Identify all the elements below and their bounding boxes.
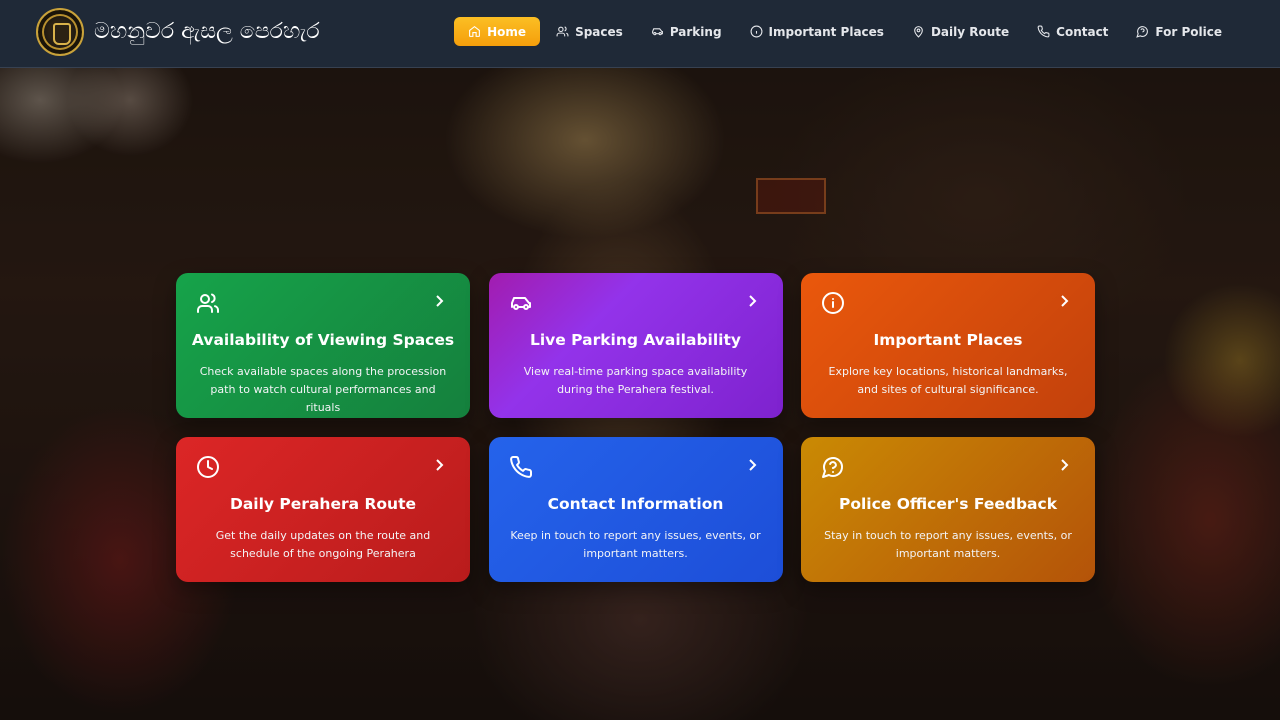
nav-spaces[interactable]: Spaces xyxy=(544,17,635,46)
card-live-parking[interactable]: Live Parking Availability View real-time… xyxy=(488,273,783,418)
chevron-right-icon xyxy=(434,457,446,471)
phone-icon xyxy=(1037,25,1050,38)
card-important-places[interactable]: Important Places Explore key locations, … xyxy=(801,273,1095,418)
nav-important-places-label: Important Places xyxy=(768,24,884,39)
card-description: Explore key locations, historical landma… xyxy=(828,365,1068,396)
card-viewing-spaces[interactable]: Availability of Viewing Spaces Check ava… xyxy=(176,273,470,418)
card-title: Live Parking Availability xyxy=(529,331,742,349)
card-contact-information[interactable]: Contact Information Keep in touch to rep… xyxy=(488,437,783,582)
nav-for-police-label: For Police xyxy=(1155,24,1222,39)
nav-important-places[interactable]: Important Places xyxy=(738,17,896,46)
nav-daily-route-label: Daily Route xyxy=(930,24,1010,39)
logo[interactable] xyxy=(36,8,84,56)
card-description: Stay in touch to report any issues, even… xyxy=(824,529,1072,560)
chevron-right-icon xyxy=(747,293,759,307)
card-title: Daily Perahera Route xyxy=(229,495,416,513)
card-police-feedback[interactable]: Police Officer's Feedback Stay in touch … xyxy=(801,437,1095,582)
nav-home[interactable]: Home xyxy=(454,17,541,46)
nav-for-police[interactable]: For Police xyxy=(1124,17,1234,46)
home-icon xyxy=(469,25,481,37)
card-title: Contact Information xyxy=(547,495,724,513)
phone-icon xyxy=(509,455,533,479)
card-description: View real-time parking space availabilit… xyxy=(523,365,748,396)
chevron-right-icon xyxy=(1059,457,1071,471)
feature-cards-grid: Availability of Viewing Spaces Check ava… xyxy=(176,273,1095,582)
help-chat-icon xyxy=(1136,26,1149,38)
nav-contact-label: Contact xyxy=(1056,24,1109,39)
card-daily-route[interactable]: Daily Perahera Route Get the daily updat… xyxy=(176,437,470,582)
main-nav: Home Spaces Parking Important Places Dai… xyxy=(454,17,1234,46)
card-description: Check available spaces along the process… xyxy=(199,365,447,414)
users-icon xyxy=(196,291,220,315)
top-navigation-bar: මහනුවර ඇසල පෙරහැර Home Spaces Parking Im… xyxy=(0,0,1280,68)
info-icon xyxy=(821,291,845,315)
chevron-right-icon xyxy=(434,293,446,307)
card-description: Get the daily updates on the route and s… xyxy=(215,529,431,560)
chevron-right-icon xyxy=(1059,293,1071,307)
background-sign xyxy=(756,178,826,214)
car-icon xyxy=(651,28,663,36)
card-title: Important Places xyxy=(873,331,1023,349)
car-icon xyxy=(509,291,533,315)
nav-contact[interactable]: Contact xyxy=(1025,17,1120,46)
help-chat-icon xyxy=(821,455,845,479)
nav-spaces-label: Spaces xyxy=(575,24,623,39)
card-description: Keep in touch to report any issues, even… xyxy=(510,529,761,560)
map-pin-icon xyxy=(914,26,923,38)
card-title: Availability of Viewing Spaces xyxy=(191,331,455,349)
nav-home-label: Home xyxy=(487,24,527,39)
info-icon xyxy=(750,25,762,38)
users-icon xyxy=(556,26,569,37)
nav-daily-route[interactable]: Daily Route xyxy=(900,17,1021,46)
site-title[interactable]: මහනුවර ඇසල පෙරහැර xyxy=(94,17,320,47)
chevron-right-icon xyxy=(747,457,759,471)
nav-parking-label: Parking xyxy=(669,24,722,39)
clock-icon xyxy=(196,455,220,479)
card-title: Police Officer's Feedback xyxy=(838,495,1058,513)
nav-parking[interactable]: Parking xyxy=(639,17,734,46)
